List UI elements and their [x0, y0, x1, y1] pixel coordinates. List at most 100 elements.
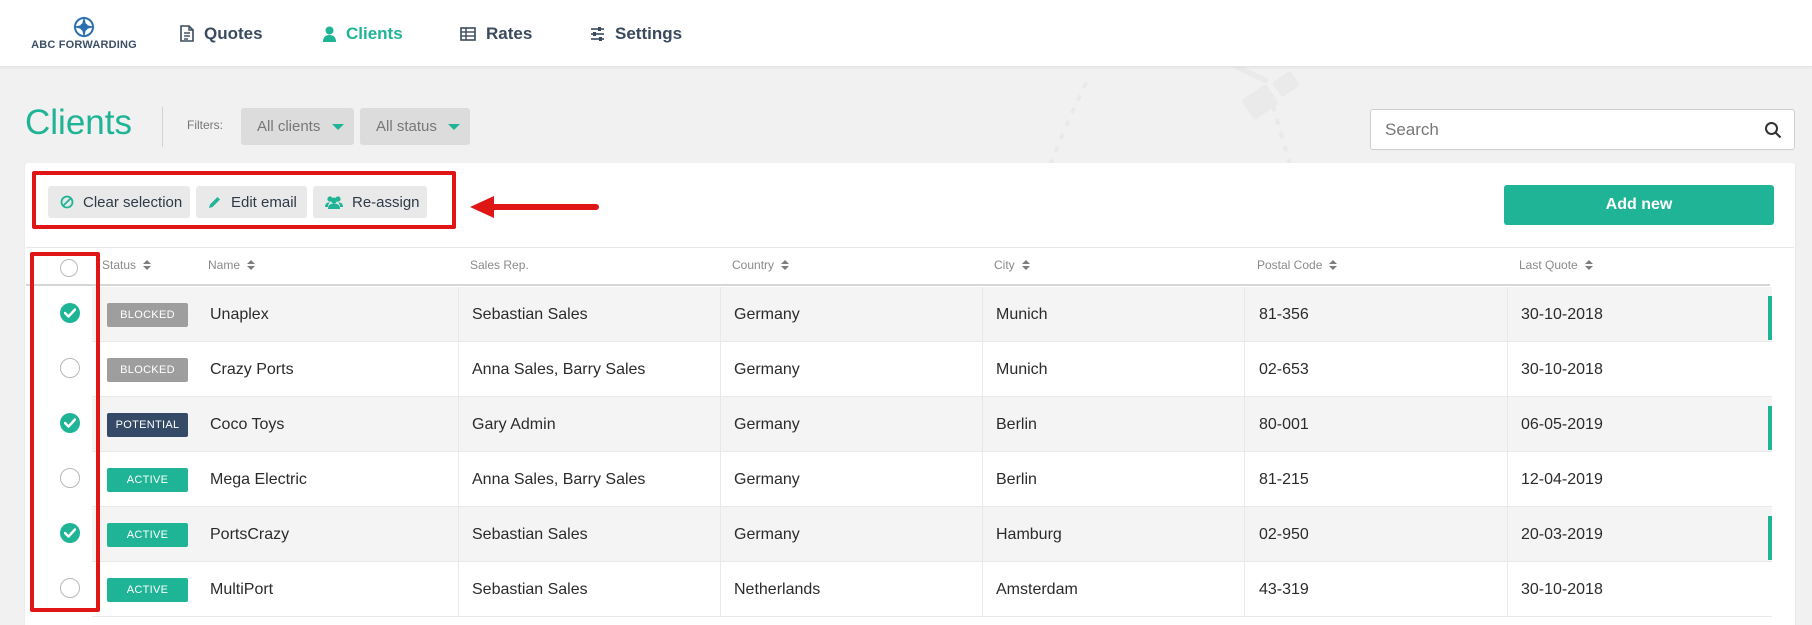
nav-quotes-label: Quotes: [204, 23, 263, 43]
column-header-last-quote-label: Last Quote: [1519, 258, 1578, 272]
city-cell: Hamburg: [996, 525, 1062, 543]
column-divider: [1507, 562, 1508, 617]
caret-down-icon: [332, 124, 344, 130]
name-cell[interactable]: PortsCrazy: [210, 507, 289, 562]
status-cell: BLOCKED: [107, 342, 188, 397]
name-cell[interactable]: Crazy Ports: [210, 342, 294, 397]
country-cell: Germany: [734, 415, 800, 433]
nav-rates-label: Rates: [486, 23, 533, 43]
nav-settings-label: Settings: [615, 23, 683, 43]
name-cell[interactable]: Unaplex: [210, 287, 269, 342]
status-badge: BLOCKED: [107, 357, 188, 382]
column-divider: [720, 342, 721, 397]
column-divider: [720, 452, 721, 507]
column-divider: [720, 507, 721, 562]
sales-rep-cell: Sebastian Sales: [472, 580, 588, 598]
city-cell: Munich: [996, 360, 1048, 378]
status-cell: POTENTIAL: [107, 397, 188, 452]
column-divider: [1507, 452, 1508, 507]
sort-icon: [781, 260, 790, 270]
column-divider: [458, 287, 459, 342]
postal-code-cell: 81-356: [1259, 305, 1309, 323]
sort-icon: [1329, 260, 1338, 270]
city-cell: Amsterdam: [996, 580, 1078, 598]
top-navigation-bar: ABC FORWARDING Quotes Clients Rates Sett…: [0, 0, 1812, 67]
column-divider: [1244, 342, 1245, 397]
sales-rep-cell: Anna Sales, Barry Sales: [472, 470, 646, 488]
table-icon: [460, 26, 476, 41]
nav-quotes[interactable]: Quotes: [180, 0, 263, 67]
logo-text: ABC FORWARDING: [31, 39, 137, 51]
background-map-decoration: [1048, 62, 1299, 165]
column-divider: [458, 397, 459, 452]
column-header-country[interactable]: Country: [732, 258, 790, 272]
column-divider: [982, 342, 983, 397]
add-new-button[interactable]: Add new: [1504, 185, 1774, 225]
last-quote-cell: 30-10-2018: [1521, 360, 1603, 378]
column-divider: [982, 507, 983, 562]
sort-icon: [143, 260, 152, 270]
selected-row-indicator: [1768, 516, 1772, 560]
status-cell: ACTIVE: [107, 507, 188, 562]
search-icon[interactable]: [1764, 121, 1782, 139]
postal-code-cell: 80-001: [1259, 415, 1309, 433]
table-row[interactable]: BLOCKED Unaplex Sebastian Sales Germany Muni…: [92, 287, 1772, 342]
column-divider: [1244, 452, 1245, 507]
nav-clients-label: Clients: [346, 23, 403, 43]
name-cell[interactable]: MultiPort: [210, 562, 273, 617]
column-divider: [1507, 507, 1508, 562]
nav-rates[interactable]: Rates: [460, 0, 532, 67]
column-header-postal-code[interactable]: Postal Code: [1257, 258, 1338, 272]
column-header-city[interactable]: City: [994, 258, 1030, 272]
column-divider: [1507, 397, 1508, 452]
column-header-status[interactable]: Status: [102, 258, 152, 272]
document-icon: [180, 25, 194, 42]
app-logo[interactable]: ABC FORWARDING: [24, 16, 144, 56]
name-cell[interactable]: Coco Toys: [210, 397, 284, 452]
column-header-last-quote[interactable]: Last Quote: [1519, 258, 1593, 272]
table-row[interactable]: ACTIVE PortsCrazy Sebastian Sales Germany Ha…: [92, 507, 1772, 562]
column-header-name[interactable]: Name: [208, 258, 256, 272]
column-header-sales-rep: Sales Rep.: [470, 258, 529, 272]
column-divider: [720, 287, 721, 342]
nav-settings[interactable]: Settings: [590, 0, 682, 67]
column-header-city-label: City: [994, 258, 1015, 272]
table-row[interactable]: ACTIVE Mega Electric Anna Sales, Barry Sal…: [92, 452, 1772, 507]
title-divider: [162, 107, 163, 147]
nav-clients[interactable]: Clients: [323, 0, 403, 67]
status-cell: ACTIVE: [107, 452, 188, 507]
sliders-icon: [591, 26, 604, 41]
column-divider: [982, 287, 983, 342]
column-divider: [1244, 287, 1245, 342]
sales-rep-cell: Anna Sales, Barry Sales: [472, 360, 646, 378]
table-row[interactable]: ACTIVE MultiPort Sebastian Sales Netherland…: [92, 562, 1772, 617]
column-divider: [982, 562, 983, 617]
status-filter-dropdown[interactable]: All status: [360, 108, 470, 145]
checkbox-column-highlight-box: [30, 252, 100, 612]
name-cell[interactable]: Mega Electric: [210, 452, 307, 507]
country-cell: Germany: [734, 525, 800, 543]
table-row[interactable]: POTENTIAL Coco Toys Gary Admin Germany Berli…: [92, 397, 1772, 452]
selected-row-indicator: [1768, 406, 1772, 450]
column-header-name-label: Name: [208, 258, 241, 272]
column-divider: [1507, 287, 1508, 342]
column-header-country-label: Country: [732, 258, 775, 272]
last-quote-cell: 06-05-2019: [1521, 415, 1603, 433]
country-cell: Germany: [734, 360, 800, 378]
search-input[interactable]: [1371, 110, 1741, 149]
table-row[interactable]: BLOCKED Crazy Ports Anna Sales, Barry Sale…: [92, 342, 1772, 397]
last-quote-cell: 12-04-2019: [1521, 470, 1603, 488]
client-filter-dropdown[interactable]: All clients: [241, 108, 354, 145]
status-badge: ACTIVE: [107, 577, 188, 602]
filters-label: Filters:: [187, 118, 223, 132]
sort-icon: [1021, 260, 1030, 270]
postal-code-cell: 02-653: [1259, 360, 1309, 378]
column-header-postal-code-label: Postal Code: [1257, 258, 1323, 272]
column-divider: [1244, 562, 1245, 617]
city-cell: Munich: [996, 305, 1048, 323]
status-cell: ACTIVE: [107, 562, 188, 617]
search-box: [1370, 109, 1795, 150]
status-badge: ACTIVE: [107, 467, 188, 492]
column-divider: [982, 452, 983, 507]
column-divider: [458, 507, 459, 562]
